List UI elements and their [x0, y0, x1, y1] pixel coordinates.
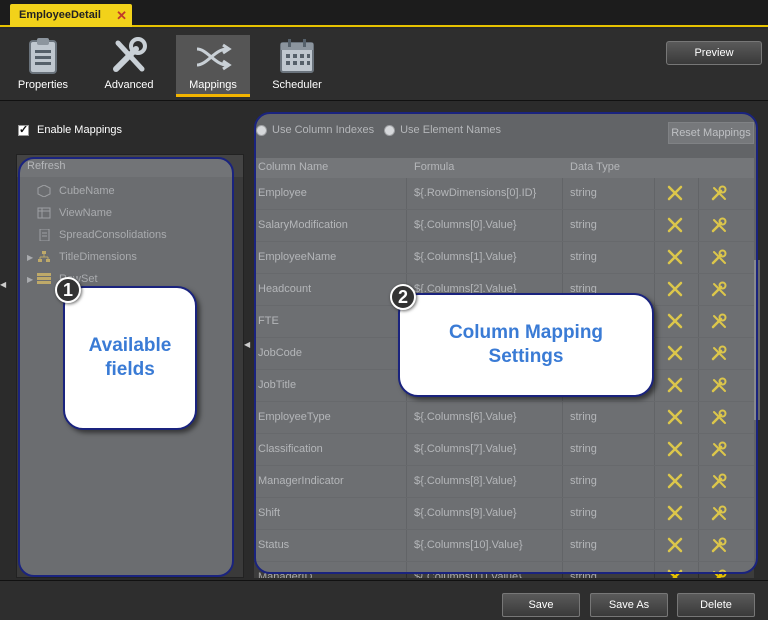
callout-badge-1: 1 — [55, 277, 81, 303]
properties-label: Properties — [17, 79, 69, 91]
calendar-icon — [280, 39, 314, 73]
mapping-arrows-icon — [196, 43, 232, 71]
left-splitter-handle[interactable]: ◀ — [0, 280, 6, 320]
save-as-button[interactable]: Save As — [590, 593, 668, 617]
enable-mappings-row[interactable]: Enable Mappings — [18, 123, 122, 137]
callout-badge-2: 2 — [390, 284, 416, 310]
toolbar: Properties Advanced Mappings Scheduler P… — [0, 29, 768, 101]
center-splitter-handle[interactable]: ◀ — [244, 340, 250, 380]
bottom-action-bar: Save Save As Delete — [0, 580, 768, 620]
delete-button[interactable]: Delete — [677, 593, 755, 617]
callout-available-fields: Available fields — [63, 286, 197, 430]
callout-text: Column Mapping Settings — [448, 322, 604, 367]
enable-mappings-checkbox[interactable] — [18, 123, 29, 136]
scheduler-label: Scheduler — [272, 79, 322, 91]
clipboard-icon — [29, 38, 57, 74]
callout-column-mapping: Column Mapping Settings — [398, 293, 654, 397]
document-tabstrip: EmployeeDetail ✕ — [0, 0, 768, 27]
advanced-label: Advanced — [104, 79, 154, 91]
save-button[interactable]: Save — [502, 593, 580, 617]
close-icon[interactable]: ✕ — [116, 4, 127, 27]
scheduler-button[interactable]: Scheduler — [260, 35, 334, 97]
mappings-label: Mappings — [189, 79, 237, 91]
preview-button[interactable]: Preview — [666, 41, 762, 65]
document-tab-label: EmployeeDetail — [19, 9, 101, 21]
properties-button[interactable]: Properties — [6, 35, 80, 97]
mappings-button[interactable]: Mappings — [176, 35, 250, 97]
document-tab[interactable]: EmployeeDetail ✕ — [10, 4, 132, 27]
callout-text: Available fields — [88, 335, 172, 380]
tools-icon — [113, 37, 147, 72]
enable-mappings-label: Enable Mappings — [37, 124, 123, 136]
advanced-button[interactable]: Advanced — [92, 35, 166, 97]
